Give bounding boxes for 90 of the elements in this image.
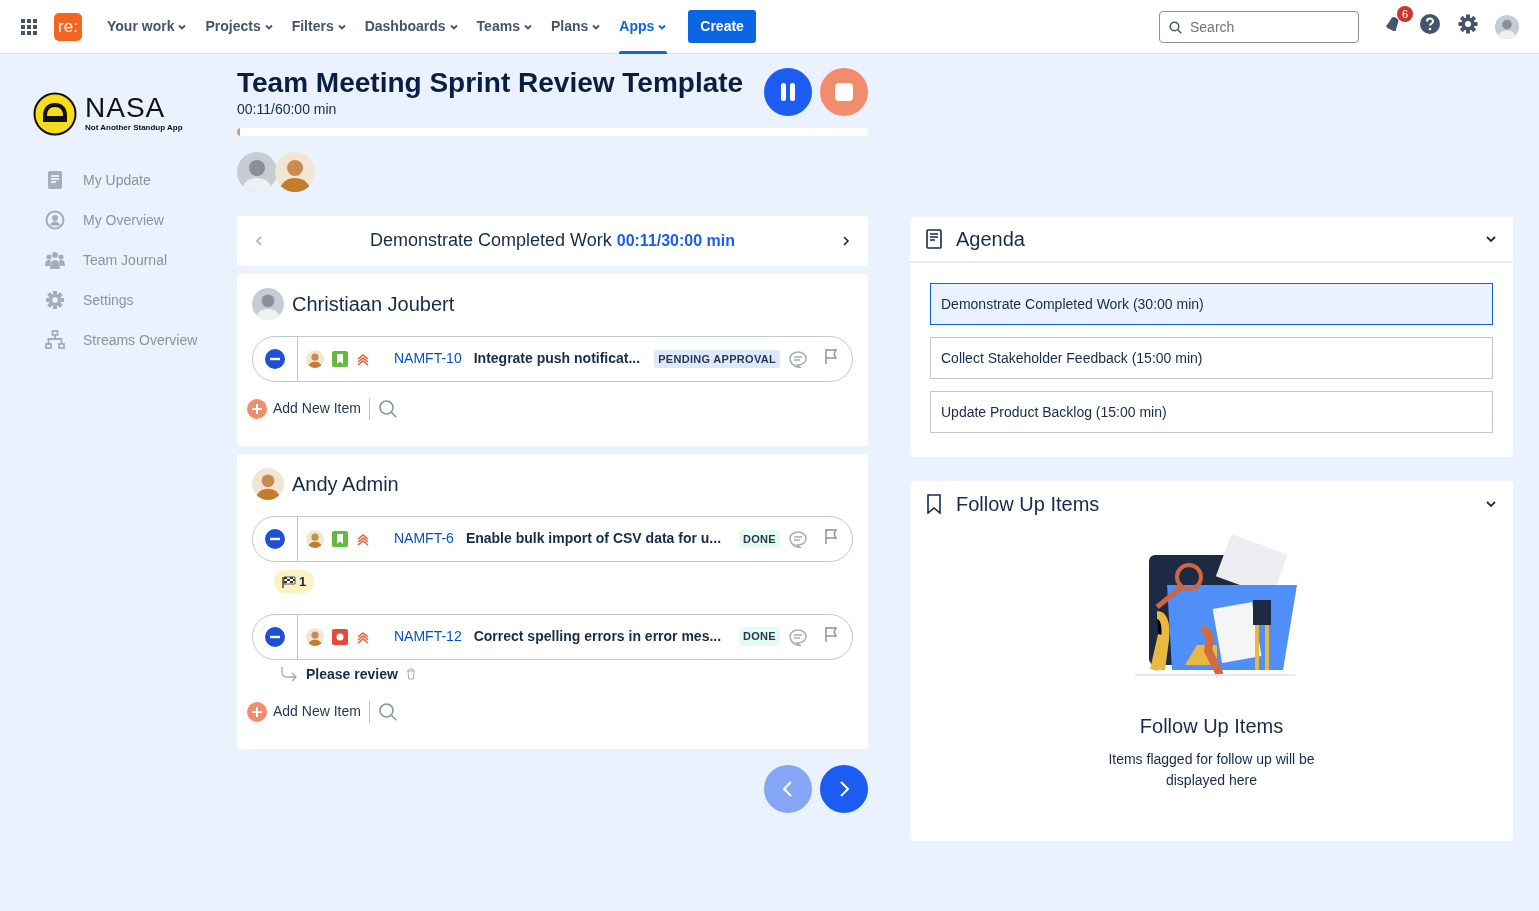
notification-count: 6 <box>1396 5 1413 22</box>
issue-key[interactable]: NAMFT-12 <box>394 626 462 648</box>
member-name: Christiaan Joubert <box>292 291 455 317</box>
settings-icon <box>45 290 65 310</box>
search-icon[interactable] <box>377 398 398 419</box>
person-circle-icon <box>45 210 65 230</box>
comment-icon[interactable] <box>788 529 808 548</box>
agenda-item[interactable]: Update Product Backlog (15:00 min) <box>930 391 1493 433</box>
comment-icon[interactable] <box>788 627 808 646</box>
empty-state-title: Follow Up Items <box>1138 714 1285 739</box>
minus-icon <box>265 528 285 549</box>
pause-icon <box>779 82 797 102</box>
chevron-right-icon[interactable] <box>840 234 852 247</box>
chevron-left-icon <box>781 779 795 798</box>
minus-icon <box>265 626 285 647</box>
create-button[interactable]: Create <box>688 10 756 43</box>
flag-icon[interactable] <box>824 527 838 544</box>
hierarchy-icon <box>45 330 65 350</box>
search-icon <box>1169 20 1182 34</box>
reply-arrow-icon <box>280 666 298 683</box>
empty-state-text: Items flagged for follow up will be displayed here <box>1107 750 1316 790</box>
avatar <box>306 529 324 548</box>
plus-icon <box>247 398 267 419</box>
member-name: Andy Admin <box>292 471 399 497</box>
comment-text: Please review <box>306 664 398 684</box>
flag-icon[interactable] <box>824 625 838 642</box>
minus-icon <box>265 348 285 369</box>
comment-icon[interactable] <box>788 349 808 368</box>
add-item-button[interactable]: Add New Item <box>247 701 361 723</box>
participant-avatar[interactable] <box>275 151 315 192</box>
bookmark-icon <box>926 494 942 514</box>
group-icon <box>45 250 65 270</box>
meeting-title: Team Meeting Sprint Review Template <box>237 68 744 99</box>
help-icon[interactable] <box>1419 12 1441 35</box>
checkered-flag-icon <box>282 575 296 588</box>
stop-button[interactable] <box>820 68 868 116</box>
chevron-right-icon <box>837 779 851 798</box>
issue-key[interactable]: NAMFT-10 <box>394 348 462 370</box>
chevron-down-icon[interactable] <box>1485 498 1497 510</box>
nav-menu[interactable]: Dashboards <box>355 0 468 54</box>
app-grid-icon[interactable] <box>20 17 38 36</box>
avatar <box>306 627 324 646</box>
issue-summary: Correct spelling errors in error mes... <box>473 627 723 647</box>
add-item-button[interactable]: Add New Item <box>247 398 361 420</box>
status-label: DONE <box>739 529 780 549</box>
trash-icon[interactable] <box>405 668 416 681</box>
search-field[interactable]: Search <box>1159 10 1359 43</box>
elapsed-time: 00:11/60:00 min <box>237 99 338 119</box>
avatar <box>306 349 324 368</box>
panel-title: Agenda <box>956 227 1026 252</box>
user-avatar[interactable] <box>1495 14 1519 39</box>
bookmark-icon <box>332 530 348 547</box>
logo-subtitle: Not Another Standup App <box>85 122 183 134</box>
avatar <box>252 467 284 500</box>
chevron-left-icon[interactable] <box>253 234 265 247</box>
nav-menu[interactable]: Your work <box>98 0 197 54</box>
nav-menu[interactable]: Projects <box>196 0 283 54</box>
status-label: DONE <box>739 627 780 646</box>
nav-menu[interactable]: Plans <box>541 0 611 54</box>
agenda-item[interactable]: Demonstrate Completed Work (30:00 min) <box>930 283 1493 325</box>
panel-title: Follow Up Items <box>956 492 1101 517</box>
issue-summary: Enable bulk import of CSV data for u... <box>465 529 723 549</box>
pause-button[interactable] <box>764 68 812 116</box>
priority-icon <box>356 351 370 366</box>
chevron-down-icon[interactable] <box>1485 233 1497 245</box>
bug-icon <box>332 628 348 645</box>
document-icon <box>45 170 65 190</box>
plus-icon <box>247 701 267 722</box>
flag-icon[interactable] <box>824 347 838 364</box>
helmet-logo-icon <box>33 92 77 136</box>
issue-summary: Integrate push notificat... <box>473 349 642 369</box>
logo-title: NASA <box>85 94 167 122</box>
settings-icon[interactable] <box>1457 12 1479 35</box>
status-label: PENDING APPROVAL <box>654 349 780 369</box>
priority-icon <box>356 531 370 546</box>
priority-icon <box>356 629 370 644</box>
search-icon[interactable] <box>377 701 398 722</box>
stop-icon <box>834 82 854 102</box>
agenda-item[interactable]: Collect Stakeholder Feedback (15:00 min) <box>930 337 1493 379</box>
nav-menu[interactable]: Filters <box>282 0 356 54</box>
nav-menu[interactable]: Teams <box>467 0 542 54</box>
participant-avatar[interactable] <box>237 151 277 192</box>
flag-count-badge: 1 <box>274 569 315 594</box>
section-title: Demonstrate Completed Work 00:11/30:00 min <box>369 229 736 253</box>
document-icon <box>926 229 942 249</box>
avatar <box>252 287 284 320</box>
nav-menu[interactable]: Apps <box>610 0 677 54</box>
next-button[interactable] <box>820 764 868 813</box>
bookmark-icon <box>332 350 348 367</box>
issue-key[interactable]: NAMFT-6 <box>394 528 454 550</box>
